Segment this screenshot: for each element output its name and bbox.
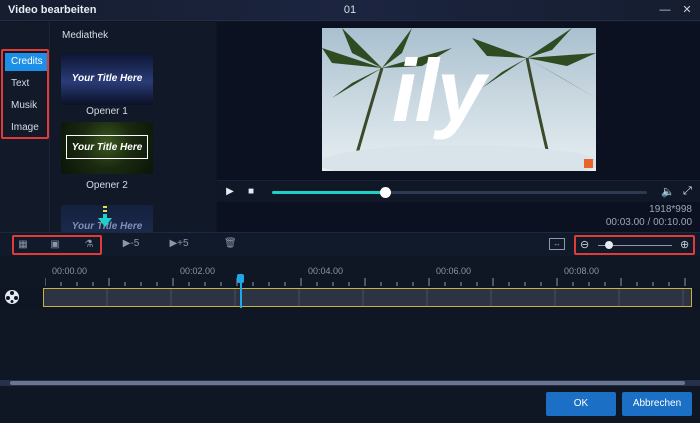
playback-progress-fill: [272, 191, 385, 194]
playback-knob[interactable]: [379, 187, 391, 198]
title-bar: Video bearbeiten 01 — ✕: [0, 0, 700, 21]
tick-label: 00:08.00: [564, 266, 600, 276]
film-reel-icon: [5, 290, 19, 304]
opener-1-caption: Opener 1: [86, 106, 128, 117]
crop-icon[interactable]: ▣: [48, 238, 62, 252]
tick-label: 00:04.00: [308, 266, 344, 276]
tick-label: 00:00.00: [52, 266, 88, 276]
skip-back-button[interactable]: ▶-5: [120, 237, 142, 251]
split-icon[interactable]: ⚗: [82, 238, 96, 252]
playback-controls: ▶ ■ 🔈 ⤢: [217, 180, 700, 202]
volume-icon[interactable]: 🔈: [661, 185, 675, 198]
opener-2-thumbnail[interactable]: Your Title Here: [61, 122, 153, 174]
dialog-footer: OK Abbrechen: [0, 386, 700, 423]
play-icon[interactable]: ▶: [224, 186, 236, 198]
edit-video-window: Video bearbeiten 01 — ✕ Credits Text Mus…: [0, 0, 700, 423]
playhead[interactable]: [240, 276, 242, 310]
fit-timeline-icon[interactable]: ↔: [549, 238, 565, 250]
preview-overlay-text: ily: [392, 41, 486, 140]
preview-panel: ily: [217, 22, 700, 180]
opener-2-thumb-text: Your Title Here: [71, 142, 143, 153]
preview-frame: ily: [322, 28, 596, 171]
tick-label: 00:02.00: [180, 266, 216, 276]
category-image[interactable]: Image: [5, 119, 47, 137]
preview-info: 1918*998 00:03.00 / 00:10.00: [217, 202, 700, 232]
opener-2-caption: Opener 2: [86, 180, 128, 191]
zoom-slider-knob[interactable]: [604, 241, 613, 249]
playback-progress[interactable]: [272, 187, 647, 198]
fullscreen-icon[interactable]: ⤢: [683, 185, 692, 198]
ruler-ticks: [45, 278, 686, 286]
video-track: [0, 286, 700, 308]
category-credits[interactable]: Credits: [5, 53, 47, 71]
category-music[interactable]: Musik: [5, 97, 47, 115]
skip-forward-button[interactable]: ▶+5: [168, 237, 190, 251]
film-icon[interactable]: ▦: [16, 238, 30, 252]
timeline-scroll-thumb[interactable]: [10, 381, 685, 385]
window-center-label: 01: [343, 4, 357, 16]
opener-1-thumbnail[interactable]: Your Title Here: [61, 53, 153, 105]
stop-icon[interactable]: ■: [245, 186, 257, 198]
zoom-out-icon[interactable]: ⊖: [580, 238, 592, 252]
timeline-ruler: 00:00.00 00:02.00 00:04.00 00:06.00 00:0…: [0, 256, 700, 286]
zoom-controls: ⊖ ⊕: [574, 235, 695, 255]
media-library: Mediathek Your Title Here Opener 1 Your …: [51, 22, 216, 232]
timecode-label: 00:03.00 / 00:10.00: [605, 217, 692, 228]
resolution-label: 1918*998: [649, 204, 692, 215]
category-text[interactable]: Text: [5, 75, 47, 93]
opener-1-thumb-text: Your Title Here: [71, 73, 143, 84]
cancel-button[interactable]: Abbrechen: [622, 392, 692, 416]
edit-tools-group: ▦ ▣ ⚗: [12, 235, 102, 255]
close-icon[interactable]: ✕: [680, 3, 694, 17]
ok-button[interactable]: OK: [546, 392, 616, 416]
delete-icon[interactable]: 🗑: [224, 237, 237, 251]
watermark-icon: [584, 159, 593, 168]
tick-label: 00:06.00: [436, 266, 472, 276]
minimize-icon[interactable]: —: [658, 3, 672, 17]
edit-toolbar: ▦ ▣ ⚗ ▶-5 ▶+5 🗑 ↔ ⊖ ⊕: [0, 232, 700, 256]
zoom-in-icon[interactable]: ⊕: [680, 238, 692, 252]
video-clip[interactable]: [43, 288, 692, 307]
category-list: Credits Text Musik Image: [1, 49, 49, 139]
category-sidebar: Credits Text Musik Image: [0, 22, 50, 232]
download-arrow-icon[interactable]: [97, 206, 113, 228]
library-heading: Mediathek: [62, 30, 109, 41]
timeline-empty-area: [0, 308, 700, 380]
